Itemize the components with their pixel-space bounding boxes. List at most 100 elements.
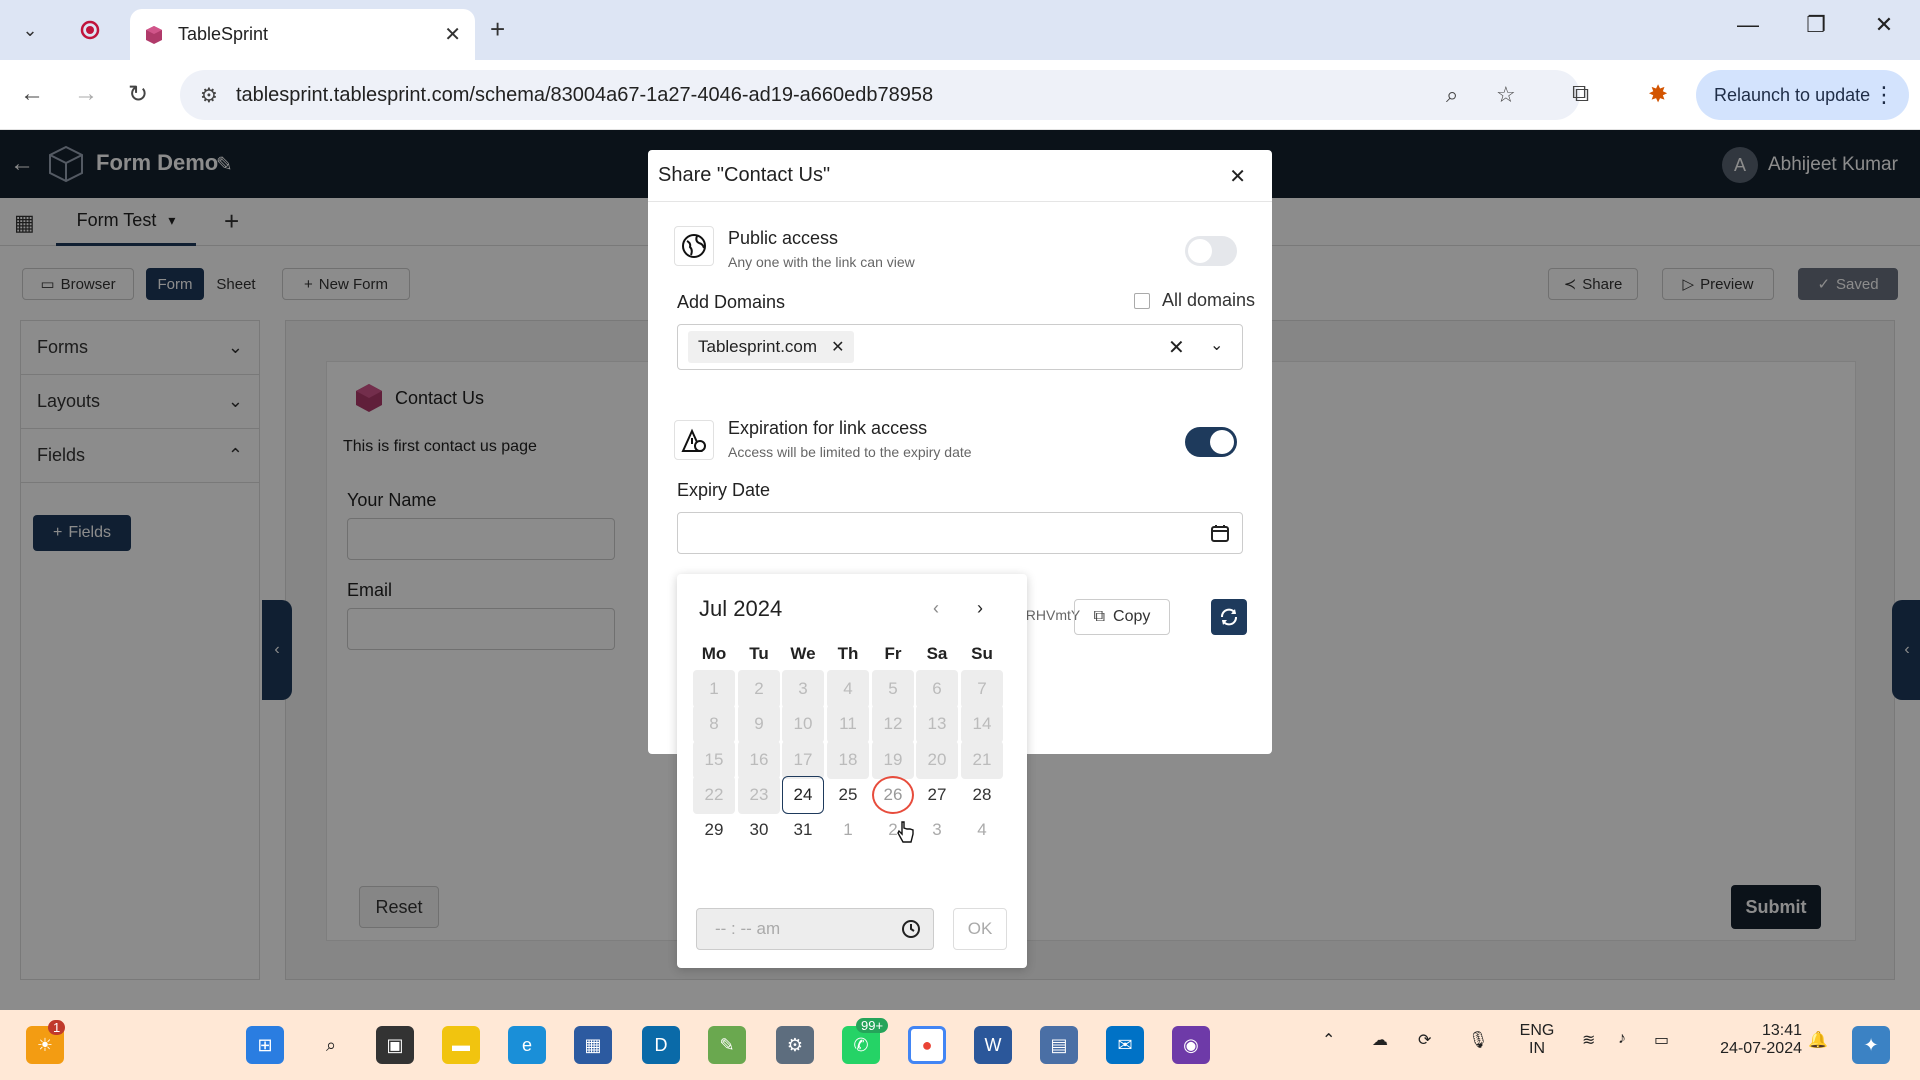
language-indicator[interactable]: ENG IN xyxy=(1512,1022,1562,1058)
chrome-icon[interactable]: ● xyxy=(908,1026,946,1064)
domain-chip-label: Tablesprint.com xyxy=(698,337,818,356)
time-input[interactable]: -- : -- am xyxy=(696,908,934,950)
site-settings-icon[interactable]: ⚙ xyxy=(200,83,218,108)
paint-icon[interactable]: ✎ xyxy=(708,1026,746,1064)
browser-tab-active[interactable]: TableSprint ✕ xyxy=(130,9,475,60)
next-month-icon[interactable]: › xyxy=(977,598,983,619)
clock-date: 24-07-2024 xyxy=(1720,1040,1802,1057)
calendar-icon[interactable] xyxy=(1210,523,1230,543)
all-domains-checkbox[interactable]: All domains xyxy=(1134,290,1255,311)
settings-gear-icon[interactable]: ⚙ xyxy=(776,1026,814,1064)
calendar-day[interactable]: 3 xyxy=(916,811,958,849)
outlook-icon[interactable]: ✉ xyxy=(1106,1026,1144,1064)
extension-fox-icon[interactable]: ✸ xyxy=(1648,80,1668,109)
domains-select[interactable]: Tablesprint.com ✕ ✕ ⌄ xyxy=(677,324,1243,370)
expiration-subtitle: Access will be limited to the expiry dat… xyxy=(728,444,972,460)
calendar-day[interactable]: 25 xyxy=(827,776,869,814)
calendar-day: 19 xyxy=(872,741,914,779)
calendar-day: 9 xyxy=(738,705,780,743)
tab-search-chevron-icon[interactable]: ⌄ xyxy=(12,12,48,48)
calendar-day[interactable]: 1 xyxy=(827,811,869,849)
prev-month-icon[interactable]: ‹ xyxy=(933,598,939,619)
back-icon[interactable]: ← xyxy=(20,80,44,108)
new-tab-icon[interactable]: + xyxy=(490,14,505,45)
calendar-day[interactable]: 27 xyxy=(916,776,958,814)
relaunch-label: Relaunch to update xyxy=(1714,84,1871,105)
chevron-up-icon[interactable]: ⌃ xyxy=(1322,1030,1335,1050)
weekday-header: Fr xyxy=(884,644,902,663)
store-icon[interactable]: ▦ xyxy=(574,1026,612,1064)
restore-icon[interactable]: ❐ xyxy=(1796,12,1836,38)
clock-icon[interactable] xyxy=(901,919,921,939)
onedrive-icon[interactable]: ☁ xyxy=(1372,1030,1388,1050)
calendar-day: 10 xyxy=(782,705,824,743)
calendar-day[interactable]: 30 xyxy=(738,811,780,849)
task-view-icon[interactable]: ▣ xyxy=(376,1026,414,1064)
all-domains-label: All domains xyxy=(1162,290,1256,310)
calendar-day: 14 xyxy=(961,705,1003,743)
calendar-day: 7 xyxy=(961,670,1003,708)
calendar-day: 3 xyxy=(782,670,824,708)
taskbar: ☀ 1 ⊞ ⌕ ▣ ▬ e ▦ D ✎ ⚙ ✆ 99+ ● W ▤ ✉ ◉ ⌃ … xyxy=(0,1010,1920,1080)
calculator-icon[interactable]: ▤ xyxy=(1040,1026,1078,1064)
reload-icon[interactable]: ↻ xyxy=(128,80,148,109)
notifications-bell-icon[interactable]: 🔔 xyxy=(1808,1030,1828,1050)
calendar-day-today[interactable]: 24 xyxy=(782,776,824,814)
lang-bottom: IN xyxy=(1529,1040,1545,1057)
start-icon[interactable]: ⊞ xyxy=(246,1026,284,1064)
hand-cursor-icon xyxy=(897,821,914,843)
microphone-icon[interactable]: 🎙 xyxy=(1468,1030,1488,1050)
battery-icon[interactable]: ▭ xyxy=(1654,1030,1669,1050)
volume-icon[interactable]: ♪ xyxy=(1618,1030,1626,1048)
calendar-day: 22 xyxy=(693,776,735,814)
chevron-down-icon[interactable]: ⌄ xyxy=(1210,335,1223,355)
modal-close-icon[interactable]: ✕ xyxy=(1229,164,1246,189)
window-close-icon[interactable]: ✕ xyxy=(1864,12,1904,38)
copy-label: Copy xyxy=(1113,608,1151,625)
dell-icon[interactable]: D xyxy=(642,1026,680,1064)
public-access-subtitle: Any one with the link can view xyxy=(728,254,915,270)
omnibox[interactable]: ⚙ tablesprint.tablesprint.com/schema/830… xyxy=(180,70,1580,120)
extensions-icon[interactable]: ⧉ xyxy=(1572,80,1589,108)
calendar-day[interactable]: 28 xyxy=(961,776,1003,814)
remove-chip-icon[interactable]: ✕ xyxy=(831,337,844,357)
copilot-icon[interactable]: ✦ xyxy=(1852,1026,1890,1064)
minimize-icon[interactable]: — xyxy=(1728,12,1768,38)
clear-icon[interactable]: ✕ xyxy=(1168,335,1185,360)
clock-display[interactable]: 13:41 24-07-2024 xyxy=(1696,1022,1802,1058)
browser-menu-icon[interactable]: ⋮ xyxy=(1873,82,1895,108)
expiry-date-input[interactable] xyxy=(677,512,1243,554)
tab-title: TableSprint xyxy=(178,24,269,44)
calendar-day: 6 xyxy=(916,670,958,708)
word-icon[interactable]: W xyxy=(974,1026,1012,1064)
bookmark-star-icon[interactable]: ☆ xyxy=(1496,82,1516,108)
file-explorer-icon[interactable]: ▬ xyxy=(442,1026,480,1064)
calendar-day[interactable]: 31 xyxy=(782,811,824,849)
lang-top: ENG xyxy=(1519,1022,1555,1039)
time-placeholder: -- : -- am xyxy=(715,919,781,938)
calendar-day-hovered[interactable]: 26 xyxy=(872,776,914,814)
relaunch-button[interactable]: Relaunch to update ⋮ xyxy=(1696,70,1909,120)
forward-icon[interactable]: → xyxy=(74,80,98,108)
expiration-toggle[interactable] xyxy=(1185,427,1237,457)
ok-button[interactable]: OK xyxy=(953,908,1007,950)
tab-close-icon[interactable]: ✕ xyxy=(444,22,461,47)
zoom-icon[interactable]: ⌕ xyxy=(1446,82,1458,108)
share-link-text[interactable]: 2RHVmtY xyxy=(1018,607,1080,623)
edge-icon[interactable]: e xyxy=(508,1026,546,1064)
calendar-day[interactable]: 4 xyxy=(961,811,1003,849)
calendar-day[interactable]: 29 xyxy=(693,811,735,849)
search-icon[interactable]: ⌕ xyxy=(312,1026,350,1064)
public-access-toggle[interactable] xyxy=(1185,236,1237,266)
github-icon[interactable]: ◉ xyxy=(1172,1026,1210,1064)
sync-icon[interactable]: ⟳ xyxy=(1418,1030,1431,1050)
checkbox-box[interactable] xyxy=(1134,292,1150,309)
wifi-icon[interactable]: ≋ xyxy=(1582,1030,1595,1050)
url-text[interactable]: tablesprint.tablesprint.com/schema/83004… xyxy=(236,84,933,107)
picker-month-label[interactable]: Jul 2024 xyxy=(699,596,782,622)
copy-button[interactable]: ⧉ Copy xyxy=(1074,599,1170,635)
calendar-day: 15 xyxy=(693,741,735,779)
record-icon[interactable] xyxy=(72,12,108,48)
share-link-row: 2RHVmtY ⧉ Copy xyxy=(1018,593,1247,643)
regenerate-link-icon[interactable] xyxy=(1211,599,1247,635)
